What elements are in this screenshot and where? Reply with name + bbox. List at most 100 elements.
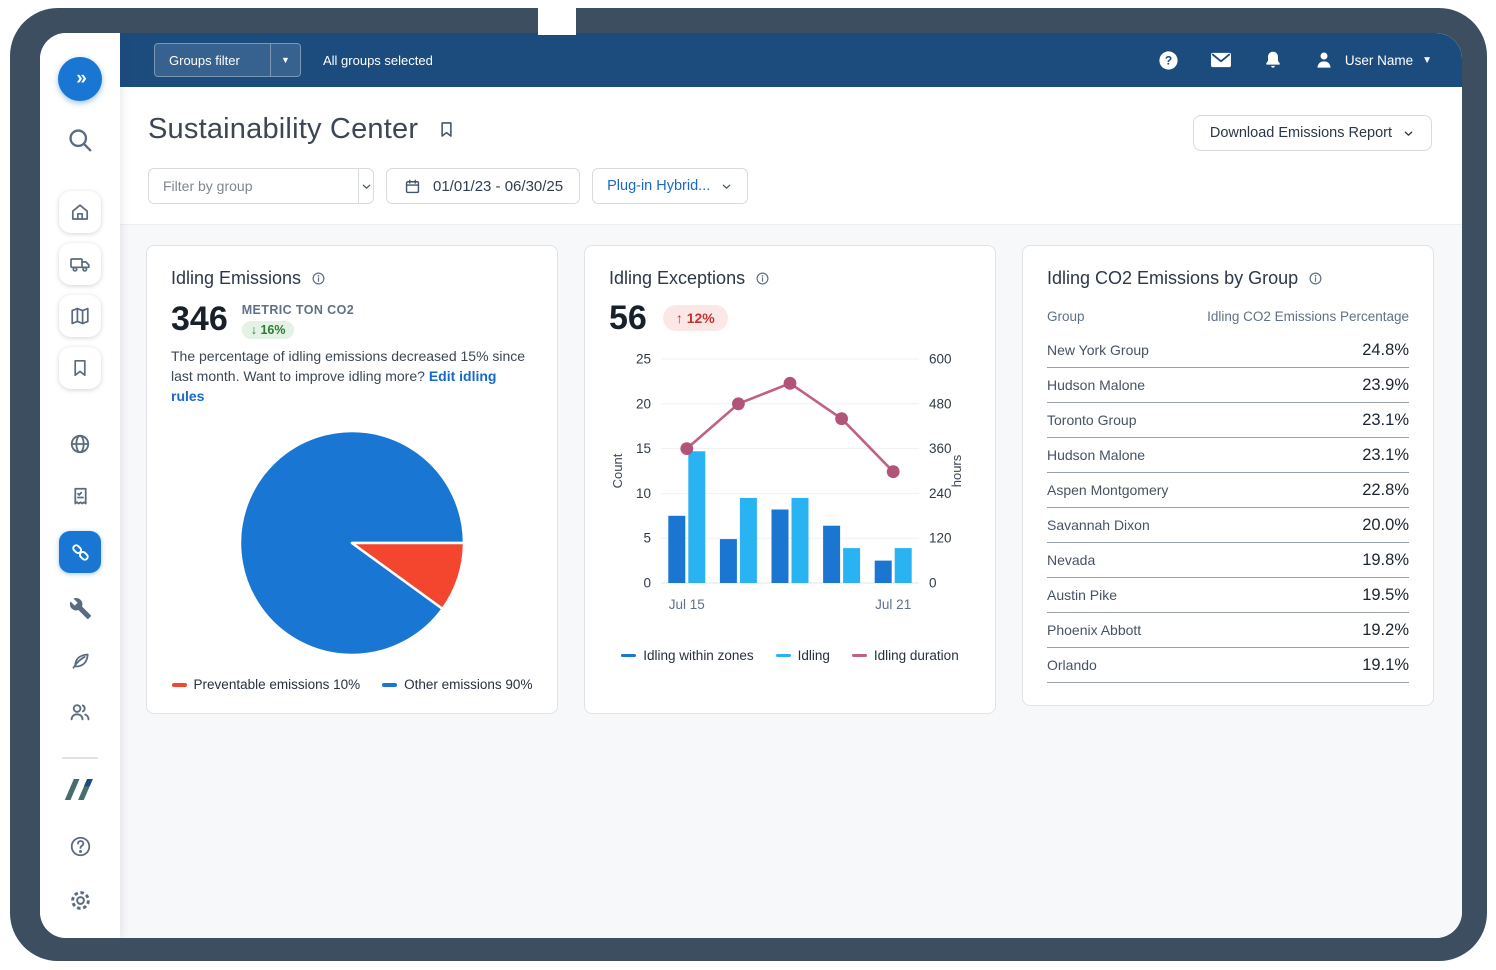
group-percentage: 19.8% xyxy=(1362,550,1409,569)
svg-text:120: 120 xyxy=(929,531,952,546)
group-filter-input[interactable] xyxy=(149,178,358,194)
idling-exceptions-value: 56 xyxy=(609,299,647,337)
legend-dash-icon xyxy=(621,653,637,658)
download-button-label: Download Emissions Report xyxy=(1209,125,1392,141)
calendar-icon xyxy=(405,179,420,193)
download-emissions-report-button[interactable]: Download Emissions Report xyxy=(1192,115,1432,151)
legend-label: Idling within zones xyxy=(643,648,754,663)
combo-legend: Idling within zones Idling Idling duration xyxy=(609,648,971,663)
caret-down-icon[interactable]: ▼ xyxy=(270,44,300,76)
dashboard-content: Idling Emissions 346 METRIC TON CO2 ↓ 16… xyxy=(120,225,1462,938)
svg-text:Jul 15: Jul 15 xyxy=(669,597,705,612)
info-icon[interactable] xyxy=(1307,270,1324,287)
leaf-icon xyxy=(72,653,89,669)
app-screen: » Groups filter ▼ All groups selected ? … xyxy=(40,33,1462,938)
home-icon xyxy=(71,204,89,220)
svg-text:480: 480 xyxy=(929,396,952,411)
topbar-help-button[interactable]: ? xyxy=(1156,47,1182,73)
group-name: Hudson Malone xyxy=(1047,447,1146,463)
table-row: Phoenix Abbott 19.2% xyxy=(1047,613,1409,648)
svg-text:360: 360 xyxy=(929,441,952,456)
sidebar-expand-button[interactable]: » xyxy=(58,57,102,101)
sidebar-item-rules-active[interactable] xyxy=(59,531,101,573)
table-row: Savannah Dixon 20.0% xyxy=(1047,508,1409,543)
topbar-notifications-button[interactable] xyxy=(1260,47,1286,73)
pie-legend: Preventable emissions 10% Other emissions… xyxy=(171,677,533,692)
svg-text:?: ? xyxy=(1165,53,1172,67)
help-icon xyxy=(70,836,90,856)
svg-text:hours: hours xyxy=(949,454,964,487)
card-title: Idling Emissions xyxy=(171,268,302,288)
sidebar-item-home[interactable] xyxy=(59,191,101,233)
svg-text:0: 0 xyxy=(929,576,937,591)
bookmark-icon xyxy=(74,359,86,377)
group-percentage: 22.8% xyxy=(1362,480,1409,499)
search-icon xyxy=(69,129,92,152)
group-percentage: 23.1% xyxy=(1362,410,1409,429)
card-title: Idling CO2 Emissions by Group xyxy=(1047,268,1299,288)
sidebar-item-vehicles[interactable] xyxy=(59,243,101,285)
brand-logo-icon xyxy=(64,779,93,800)
group-name: Toronto Group xyxy=(1047,412,1137,428)
group-percentage: 19.2% xyxy=(1362,620,1409,639)
bell-icon xyxy=(1266,51,1280,68)
chevrons-right-icon: » xyxy=(76,68,86,89)
info-icon[interactable] xyxy=(754,270,771,287)
groups-filter-button[interactable]: Groups filter ▼ xyxy=(154,43,301,77)
svg-text:10: 10 xyxy=(636,486,651,501)
group-percentage: 23.1% xyxy=(1362,445,1409,464)
sidebar-item-search[interactable] xyxy=(59,123,101,157)
topbar-messages-button[interactable] xyxy=(1208,47,1234,73)
sidebar-item-zones[interactable] xyxy=(59,427,101,461)
gear-icon xyxy=(70,890,90,910)
legend-dash-icon xyxy=(171,683,187,687)
idling-emissions-card: Idling Emissions 346 METRIC TON CO2 ↓ 16… xyxy=(146,245,558,714)
legend-item: Idling within zones xyxy=(621,648,754,663)
sidebar-item-map[interactable] xyxy=(59,295,101,337)
legend-label: Idling duration xyxy=(873,648,959,663)
caret-down-icon: ▼ xyxy=(1422,54,1432,66)
vehicle-type-select[interactable]: Plug-in Hybrid... xyxy=(592,168,749,204)
sidebar-item-sustainability[interactable] xyxy=(59,643,101,677)
idling-co2-by-group-card: Idling CO2 Emissions by Group Group Idli… xyxy=(1022,245,1434,706)
group-percentage: 19.1% xyxy=(1362,655,1409,674)
help-icon: ? xyxy=(1159,50,1178,70)
chevron-down-icon xyxy=(722,184,731,189)
page-header: Sustainability Center Download Emissions… xyxy=(120,87,1462,225)
sidebar-item-help[interactable] xyxy=(59,829,101,863)
chevron-down-icon[interactable] xyxy=(358,169,373,203)
info-icon[interactable] xyxy=(310,270,327,287)
svg-text:15: 15 xyxy=(636,441,651,456)
svg-text:20: 20 xyxy=(636,396,651,411)
group-percentage: 19.5% xyxy=(1362,585,1409,604)
legend-dash-icon xyxy=(851,653,867,658)
svg-text:Jul 21: Jul 21 xyxy=(875,597,911,612)
table-row: Hudson Malone 23.9% xyxy=(1047,368,1409,403)
date-range-picker[interactable]: 01/01/23 - 06/30/25 xyxy=(386,168,581,204)
table-row: Hudson Malone 23.1% xyxy=(1047,438,1409,473)
idling-exceptions-combo-chart: 05101520250120240360480600Count hoursJul … xyxy=(610,352,964,613)
group-filter-input-wrap xyxy=(148,168,374,204)
main-area: Groups filter ▼ All groups selected ? Us… xyxy=(120,33,1462,938)
table-row: Nevada 19.8% xyxy=(1047,543,1409,578)
page-title: Sustainability Center xyxy=(148,113,419,145)
bookmark-page-icon[interactable] xyxy=(436,119,457,140)
legend-item: Preventable emissions 10% xyxy=(171,677,360,692)
change-badge-down: ↓ 16% xyxy=(241,321,295,339)
user-menu[interactable]: User Name ▼ xyxy=(1312,48,1432,72)
group-name: Savannah Dixon xyxy=(1047,517,1150,533)
legend-label: Idling xyxy=(797,648,830,663)
sidebar-item-users[interactable] xyxy=(59,695,101,729)
idling-emissions-value: 346 xyxy=(171,300,228,338)
idling-exceptions-card: Idling Exceptions 56 ↑ 12% 0 5 10 15 20 25 0 12… xyxy=(584,245,996,714)
sidebar-item-reports[interactable] xyxy=(59,479,101,513)
column-header-percentage: Idling CO2 Emissions Percentage xyxy=(1207,309,1409,324)
sidebar-item-maintenance[interactable] xyxy=(59,591,101,625)
group-percentage: 20.0% xyxy=(1362,515,1409,534)
groups-filter-label: Groups filter xyxy=(169,52,240,68)
sidebar-item-bookmarks[interactable] xyxy=(59,347,101,389)
legend-dash-icon xyxy=(775,653,791,658)
svg-text:5: 5 xyxy=(643,531,651,546)
sidebar-item-settings[interactable] xyxy=(59,883,101,917)
group-name: Phoenix Abbott xyxy=(1047,622,1142,638)
